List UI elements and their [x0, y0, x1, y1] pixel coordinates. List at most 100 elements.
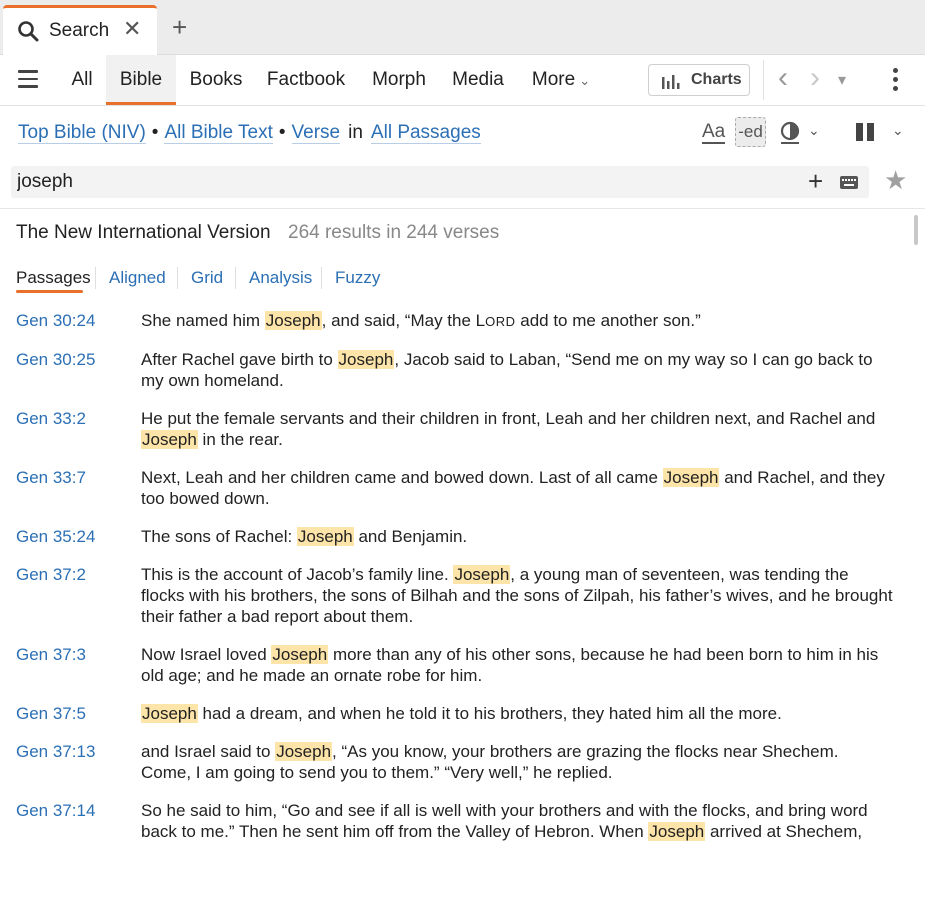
forward-icon[interactable]: › — [810, 63, 820, 93]
search-hit[interactable]: Joseph — [141, 430, 198, 449]
scope-link[interactable]: All Bible Text — [164, 122, 273, 144]
verse-reference-link[interactable]: Gen 37:14 — [16, 800, 136, 821]
tab-title: Search — [49, 20, 110, 41]
result-row: Gen 37:13 and Israel said to Joseph, “As … — [0, 741, 925, 783]
search-scope-breadcrumb: Top Bible (NIV) • All Bible Text • Verse in Al… — [18, 122, 481, 144]
verse-reference-link[interactable]: Gen 30:24 — [16, 310, 136, 331]
nav-bar: All Bible Books Factbook Morph Media Mor… — [0, 55, 925, 106]
verse-text: and Israel said to Joseph, “As you know,… — [141, 742, 839, 782]
active-tab-indicator — [16, 290, 83, 293]
tab-media[interactable]: Media — [444, 55, 512, 105]
keyboard-icon[interactable] — [840, 176, 858, 194]
divider — [235, 267, 236, 289]
verse-reference-link[interactable]: Gen 37:3 — [16, 644, 136, 665]
search-icon — [17, 20, 39, 47]
tab-morph[interactable]: Morph — [362, 55, 436, 105]
search-hit[interactable]: Joseph — [453, 565, 511, 584]
more-label: More — [531, 69, 576, 90]
tab-more[interactable]: More ⌄ — [522, 55, 600, 105]
results-list: Gen 30:24 She named him Joseph, and said,… — [0, 310, 925, 859]
tab-fuzzy[interactable]: Fuzzy — [335, 268, 380, 288]
divider — [95, 267, 96, 289]
verse-text: This is the account of Jacob’s family li… — [141, 565, 893, 626]
visual-filter-icon[interactable] — [779, 121, 801, 150]
chevron-down-icon[interactable]: ⌄ — [892, 122, 904, 139]
result-row: Gen 30:25 After Rachel gave birth to Jose… — [0, 349, 925, 391]
version-title: The New International Version — [16, 222, 271, 243]
divider — [321, 267, 322, 289]
result-row: Gen 33:2 He put the female servants and t… — [0, 408, 925, 450]
search-hit[interactable]: Joseph — [662, 468, 720, 487]
tab-aligned[interactable]: Aligned — [109, 268, 166, 288]
verse-text: After Rachel gave birth to Joseph, Jacob… — [141, 350, 873, 390]
in-label: in — [348, 122, 363, 143]
result-row: Gen 37:5 Joseph had a dream, and when he … — [0, 703, 925, 724]
tab-search[interactable]: Search ✕ — [3, 5, 157, 55]
verse-text: The sons of Rachel: Joseph and Benjamin. — [141, 527, 468, 546]
result-count: 264 results in 244 verses — [288, 222, 500, 243]
add-tab-button[interactable]: + — [172, 14, 187, 40]
verse-text: She named him Joseph, and said, “May the… — [141, 311, 701, 330]
close-icon[interactable]: ✕ — [123, 18, 141, 40]
verse-reference-link[interactable]: Gen 33:2 — [16, 408, 136, 429]
tab-passages[interactable]: Passages — [16, 268, 91, 288]
verse-reference-link[interactable]: Gen 30:25 — [16, 349, 136, 370]
star-icon[interactable]: ★ — [884, 167, 907, 193]
unit-link[interactable]: Verse — [291, 122, 341, 144]
verse-text: Joseph had a dream, and when he told it … — [141, 704, 782, 723]
verse-text: Now Israel loved Joseph more than any of… — [141, 645, 879, 685]
result-row: Gen 37:3 Now Israel loved Joseph more tha… — [0, 644, 925, 686]
tab-factbook[interactable]: Factbook — [260, 55, 352, 105]
tab-books[interactable]: Books — [180, 55, 252, 105]
divider — [177, 267, 178, 289]
charts-button[interactable]: Charts — [648, 64, 750, 96]
range-link[interactable]: All Passages — [370, 122, 481, 144]
search-hit[interactable]: Joseph — [337, 350, 395, 369]
tab-all[interactable]: All — [60, 55, 104, 105]
verse-reference-link[interactable]: Gen 37:2 — [16, 564, 136, 585]
charts-label: Charts — [691, 71, 742, 88]
result-row: Gen 37:14 So he said to him, “Go and see … — [0, 800, 925, 842]
verse-reference-link[interactable]: Gen 33:7 — [16, 467, 136, 488]
tab-bible[interactable]: Bible — [106, 55, 176, 105]
tab-analysis[interactable]: Analysis — [249, 268, 312, 288]
search-hit[interactable]: Joseph — [264, 311, 322, 330]
resource-link[interactable]: Top Bible (NIV) — [18, 122, 146, 144]
divine-name: LORD — [475, 311, 516, 330]
verse-reference-link[interactable]: Gen 35:24 — [16, 526, 136, 547]
search-hit[interactable]: Joseph — [271, 645, 329, 664]
search-hit[interactable]: Joseph — [275, 742, 333, 761]
tab-grid[interactable]: Grid — [191, 268, 223, 288]
scrollbar-thumb[interactable] — [914, 215, 918, 245]
menu-icon[interactable] — [18, 70, 38, 88]
verse-reference-link[interactable]: Gen 37:13 — [16, 741, 136, 762]
result-row: Gen 37:2 This is the account of Jacob’s f… — [0, 564, 925, 627]
chevron-down-icon[interactable]: ⌄ — [808, 122, 820, 139]
search-hit[interactable]: Joseph — [296, 527, 354, 546]
bullet: • — [151, 122, 159, 143]
verse-text: So he said to him, “Go and see if all is… — [141, 801, 868, 841]
divider — [763, 60, 764, 100]
add-term-button[interactable]: + — [808, 168, 823, 194]
bar-chart-icon — [661, 73, 681, 94]
divider — [0, 208, 925, 209]
verse-reference-link[interactable]: Gen 37:5 — [16, 703, 136, 724]
verse-text: Next, Leah and her children came and bow… — [141, 468, 885, 508]
verse-text: He put the female servants and their chi… — [141, 409, 876, 449]
result-row: Gen 30:24 She named him Joseph, and said,… — [0, 310, 925, 332]
search-box: + — [11, 166, 869, 198]
chevron-down-icon: ⌄ — [579, 73, 591, 88]
back-icon[interactable]: ‹ — [778, 63, 788, 93]
font-size-icon[interactable]: Aa — [702, 122, 726, 144]
search-hit[interactable]: Joseph — [141, 704, 198, 723]
bullet: • — [278, 122, 286, 143]
search-input[interactable] — [17, 168, 777, 196]
split-view-icon[interactable] — [856, 123, 874, 146]
result-row: Gen 35:24 The sons of Rachel: Joseph and … — [0, 526, 925, 547]
tab-bar: Search ✕ + — [0, 0, 925, 55]
history-dropdown-icon[interactable]: ▾ — [838, 69, 846, 93]
inflected-forms-icon[interactable]: -ed — [735, 117, 766, 147]
result-row: Gen 33:7 Next, Leah and her children came… — [0, 467, 925, 509]
search-hit[interactable]: Joseph — [648, 822, 706, 841]
more-options-icon[interactable] — [893, 68, 899, 95]
